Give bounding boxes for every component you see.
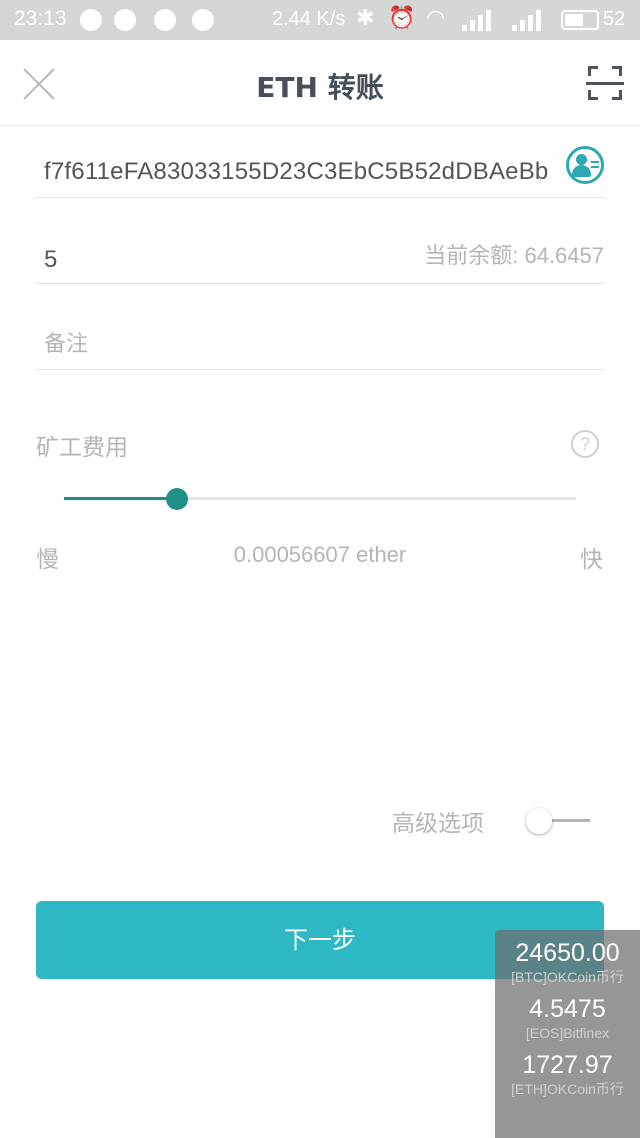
wifi-icon: ◠ <box>426 6 446 31</box>
scan-icon[interactable] <box>586 66 624 100</box>
fee-slider[interactable] <box>64 487 576 511</box>
fee-value: 0.00056607 ether <box>233 542 407 567</box>
balance-label: 当前余额: 64.6457 <box>424 243 604 268</box>
top-bar: ETH 转账 <box>0 40 640 126</box>
ticker-source: [ETH]OKCoin币行 <box>511 1081 624 1097</box>
signal-icon <box>462 9 498 31</box>
bluetooth-icon: ✱ <box>356 6 375 31</box>
fast-label: 快 <box>580 547 603 573</box>
battery-level: 52 <box>603 8 626 30</box>
ticker-price: 24650.00 <box>515 939 620 967</box>
toggle-knob <box>526 808 552 834</box>
address-input[interactable]: f7f611eFA83033155D23C3EbC5B52dDBAeBb <box>44 158 548 186</box>
chat-notification-icon <box>154 9 176 31</box>
message-notification-icon <box>114 9 136 31</box>
chat-notification-icon <box>80 9 102 31</box>
advanced-options-toggle[interactable] <box>524 806 594 836</box>
address-field[interactable]: f7f611eFA83033155D23C3EbC5B52dDBAeBb <box>36 136 604 198</box>
slider-fill <box>64 497 177 500</box>
memo-input[interactable]: 备注 <box>44 326 88 358</box>
price-ticker-overlay[interactable]: 24650.00 [BTC]OKCoin币行 4.5475 [EOS]Bitfi… <box>495 930 640 1138</box>
network-speed: 2.44 K/s <box>272 8 346 30</box>
status-bar: 23:13 2.44 K/s ✱ ⏰ ◠ 52 <box>0 0 640 40</box>
ticker-price: 1727.97 <box>522 1051 613 1079</box>
ticker-source: [BTC]OKCoin币行 <box>511 969 624 985</box>
ticker-price: 4.5475 <box>529 995 606 1023</box>
contact-book-icon[interactable] <box>566 146 604 184</box>
amount-input[interactable]: 5 <box>44 246 57 274</box>
amount-field[interactable]: 5 当前余额: 64.6457 <box>36 222 604 284</box>
signal-icon <box>512 9 548 31</box>
advanced-options-label: 高级选项 <box>392 811 484 837</box>
battery-icon <box>561 10 599 30</box>
memo-field[interactable]: 备注 <box>36 306 604 370</box>
miner-fee-label: 矿工费用 <box>36 435 128 461</box>
alarm-icon: ⏰ <box>388 6 416 31</box>
app-notification-icon <box>192 9 214 31</box>
slider-thumb[interactable] <box>165 488 188 510</box>
ticker-source: [EOS]Bitfinex <box>525 1025 610 1041</box>
help-icon[interactable]: ? <box>571 430 599 458</box>
status-time: 23:13 <box>14 7 67 30</box>
page-title: ETH 转账 <box>256 71 384 104</box>
